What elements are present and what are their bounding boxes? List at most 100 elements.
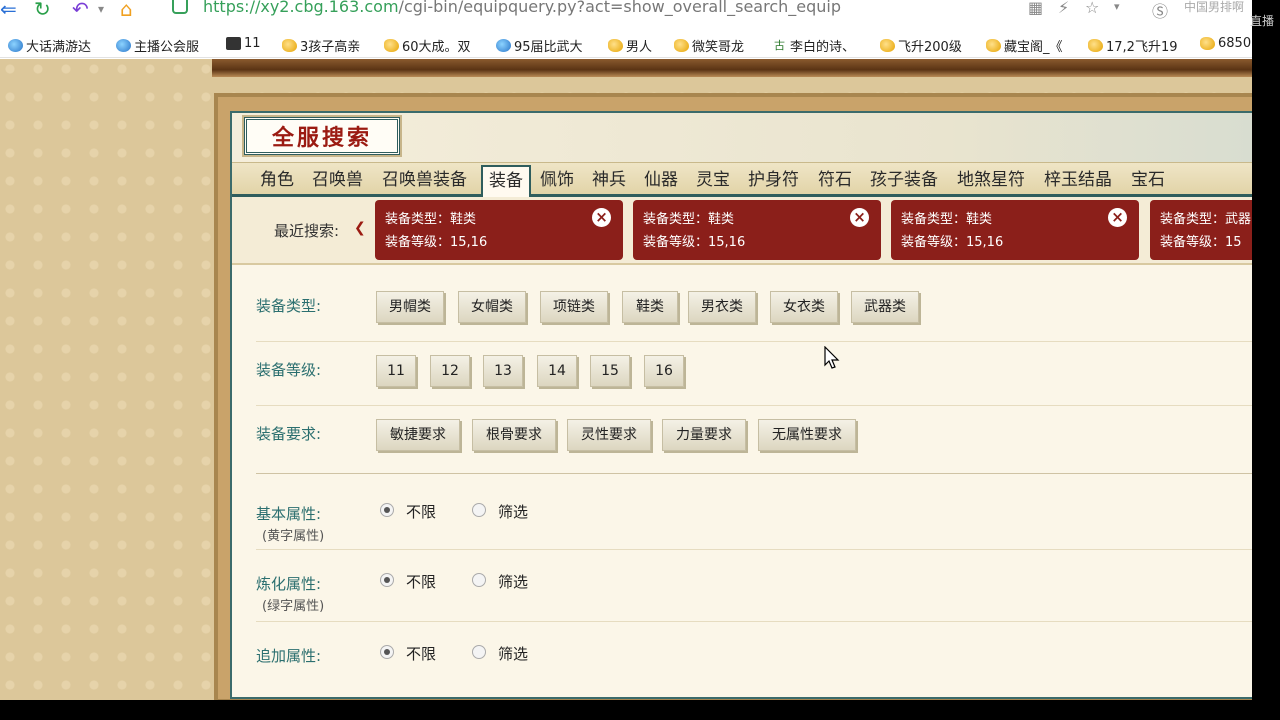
bookmark-item[interactable]: 大话满游达 [8, 36, 91, 55]
radio-label: 不限 [406, 645, 437, 663]
back-icon[interactable]: ⇐ [0, 0, 17, 18]
lightning-icon[interactable]: ⚡ [1058, 0, 1069, 17]
grid-icon[interactable]: ▦ [1028, 0, 1043, 17]
bookmark-item[interactable]: 飞升200级 [880, 36, 962, 55]
recent-chip[interactable]: 装备类型：鞋类 装备等级：15,16 × [633, 200, 881, 260]
recent-chip[interactable]: 装备类型：武器 装备等级：15 [1150, 200, 1252, 260]
option-button[interactable]: 根骨要求 [472, 419, 556, 451]
chip-line: 装备等级：15,16 [643, 235, 746, 250]
tab-summon[interactable]: 召唤兽 [312, 167, 363, 195]
tab-spirit-treasure[interactable]: 灵宝 [696, 167, 730, 195]
search-box-text[interactable]: 中国男排啊 [1184, 0, 1244, 15]
chip-line: 装备类型：鞋类 [385, 212, 477, 227]
chip-line: 装备等级：15,16 [385, 235, 488, 250]
search-panel: 装备类型: 男帽类 女帽类 项链类 鞋类 男衣类 女衣类 武器类 装备等级: 1… [232, 263, 1252, 697]
home-icon[interactable]: ⌂ [120, 0, 133, 18]
category-tabs: 角色 召唤兽 召唤兽装备 装备 佩饰 神兵 仙器 灵宝 护身符 符石 孩子装备 … [232, 163, 1252, 197]
arrow-left-icon[interactable]: ❮ [354, 220, 366, 236]
chip-line: 装备等级：15 [1160, 235, 1242, 250]
divider [256, 473, 1252, 474]
tab-star-talisman[interactable]: 地煞星符 [957, 167, 1025, 195]
bookmark-item[interactable]: 60大成。双 [384, 36, 471, 55]
option-button[interactable]: 男衣类 [688, 291, 756, 323]
url-field[interactable]: https://xy2.cbg.163.com/cgi-bin/equipque… [203, 0, 841, 16]
divider [256, 341, 1252, 342]
url-host: https://xy2.cbg.163.com [203, 0, 399, 16]
radio-filter[interactable] [472, 573, 486, 587]
option-button[interactable]: 女衣类 [770, 291, 838, 323]
bookmarks-bar: 大话满游达 主播公会服 11 3孩子高亲 60大成。双 95届比武大 男人 微笑… [0, 32, 1252, 58]
tab-immortal-gear[interactable]: 仙器 [644, 167, 678, 195]
tab-jade-crystal[interactable]: 梓玉结晶 [1044, 167, 1112, 195]
bookmark-label: 11 [244, 36, 261, 51]
tab-amulet[interactable]: 护身符 [748, 167, 799, 195]
option-button[interactable]: 16 [644, 355, 684, 387]
undo-icon[interactable]: ↶ [72, 0, 89, 18]
bookmark-label: 藏宝阁_《 [1004, 40, 1063, 55]
bookmark-item[interactable]: 主播公会服 [116, 36, 199, 55]
close-icon[interactable]: × [592, 208, 611, 227]
option-button[interactable]: 力量要求 [662, 419, 746, 451]
gu-icon: 古 [772, 39, 787, 52]
tab-accessory[interactable]: 佩饰 [540, 167, 574, 195]
option-button[interactable]: 12 [430, 355, 470, 387]
radio-filter[interactable] [472, 645, 486, 659]
bookmark-item[interactable]: 古李白的诗、 [772, 36, 855, 55]
bookmark-item[interactable]: 男人 [608, 36, 652, 55]
tab-child-equip[interactable]: 孩子装备 [870, 167, 938, 195]
radio-filter[interactable] [472, 503, 486, 517]
radio-label: 不限 [406, 573, 437, 591]
recent-chip[interactable]: 装备类型：鞋类 装备等级：15,16 × [891, 200, 1139, 260]
tab-equip[interactable]: 装备 [481, 165, 531, 197]
bookmark-label: 飞升200级 [898, 40, 962, 55]
radio-any[interactable] [380, 573, 394, 587]
close-icon[interactable]: × [850, 208, 869, 227]
tab-gem[interactable]: 宝石 [1131, 167, 1165, 195]
page-title: 全服搜索 [271, 125, 372, 151]
bookmark-item[interactable]: 17,2飞升19 [1088, 36, 1178, 55]
header-band: 全服搜索 [232, 113, 1252, 163]
bookmark-label: 6850 [1218, 36, 1252, 51]
divider [256, 621, 1252, 622]
tab-role[interactable]: 角色 [260, 167, 294, 195]
option-button[interactable]: 项链类 [540, 291, 608, 323]
bird-icon [1088, 39, 1103, 52]
bookmark-item[interactable]: 微笑哥龙 [674, 36, 744, 55]
bookmark-item[interactable]: 11 [226, 36, 261, 51]
option-button[interactable]: 鞋类 [622, 291, 678, 323]
chevron-down-icon[interactable]: ▾ [1114, 0, 1120, 13]
reload-icon[interactable]: ↻ [34, 0, 51, 18]
close-icon[interactable]: × [1108, 208, 1127, 227]
bird-icon [384, 39, 399, 52]
recent-chip[interactable]: 装备类型：鞋类 装备等级：15,16 × [375, 200, 623, 260]
bookmark-label: 李白的诗、 [790, 40, 856, 55]
option-button[interactable]: 13 [483, 355, 523, 387]
bird-icon [986, 39, 1001, 52]
radio-any[interactable] [380, 645, 394, 659]
option-button[interactable]: 男帽类 [376, 291, 444, 323]
option-button[interactable]: 15 [590, 355, 630, 387]
option-button[interactable]: 灵性要求 [567, 419, 651, 451]
bookmark-label: 95届比武大 [514, 40, 583, 55]
option-button[interactable]: 14 [537, 355, 577, 387]
tab-summon-equip[interactable]: 召唤兽装备 [382, 167, 467, 195]
recent-searches: 最近搜索: ❮ 装备类型：鞋类 装备等级：15,16 × 装备类型：鞋类 装备等… [232, 197, 1252, 263]
search-engine-icon[interactable]: Ⓢ [1152, 0, 1168, 22]
star-icon[interactable]: ☆ [1085, 0, 1099, 17]
option-button[interactable]: 女帽类 [458, 291, 526, 323]
tab-rune[interactable]: 符石 [818, 167, 852, 195]
option-button[interactable]: 敏捷要求 [376, 419, 460, 451]
chevron-down-icon[interactable]: ▾ [98, 0, 104, 18]
bookmark-item[interactable]: 95届比武大 [496, 36, 583, 55]
option-button[interactable]: 11 [376, 355, 416, 387]
bookmark-item[interactable]: 3孩子高亲 [282, 36, 360, 55]
ie-icon [496, 39, 511, 52]
radio-any[interactable] [380, 503, 394, 517]
radio-label: 筛选 [498, 503, 529, 521]
tab-divine-weapon[interactable]: 神兵 [592, 167, 626, 195]
option-button[interactable]: 武器类 [851, 291, 919, 323]
bookmark-item[interactable]: 藏宝阁_《 [986, 36, 1063, 55]
equip-level-label: 装备等级: [256, 361, 322, 379]
bookmark-item[interactable]: 6850 [1200, 36, 1251, 51]
option-button[interactable]: 无属性要求 [758, 419, 856, 451]
